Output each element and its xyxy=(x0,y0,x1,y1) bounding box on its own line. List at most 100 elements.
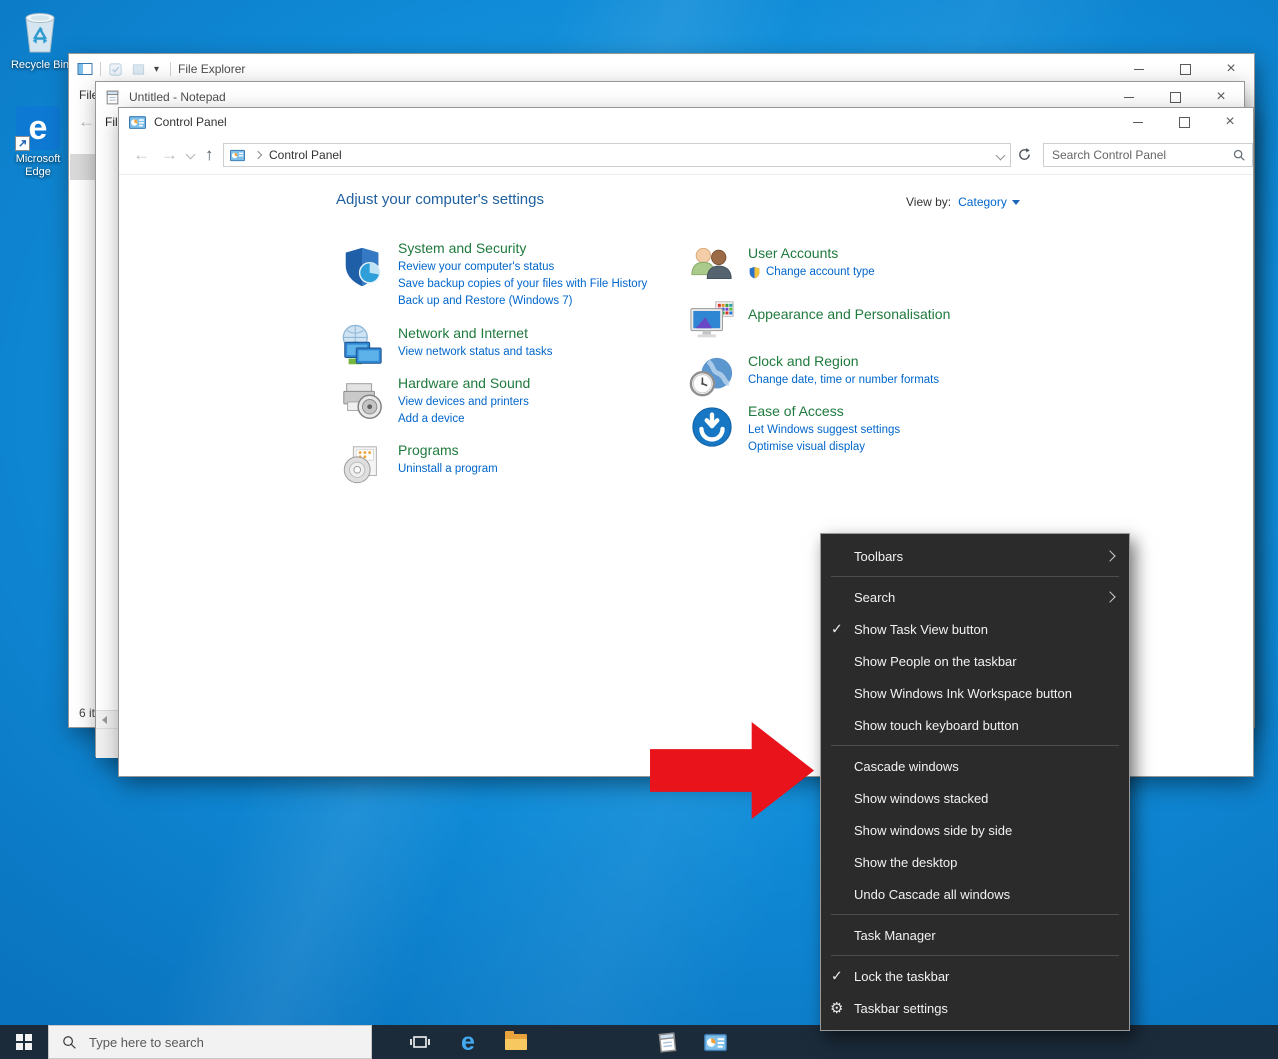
desktop-icon-recycle-bin[interactable]: Recycle Bin xyxy=(6,4,74,72)
menu-item-lock-the-taskbar[interactable]: ✓ Lock the taskbar xyxy=(821,960,1129,992)
address-bar[interactable]: Control Panel xyxy=(223,143,1011,167)
desktop-icon-microsoft-edge[interactable]: e Microsoft Edge xyxy=(4,106,72,179)
menu-separator xyxy=(831,576,1119,577)
category-title[interactable]: System and Security xyxy=(398,240,728,256)
user-accounts-icon[interactable] xyxy=(689,244,735,290)
view-by-control: View by: Category xyxy=(906,195,1020,209)
address-control-panel-icon xyxy=(230,148,245,163)
maximize-button[interactable] xyxy=(1161,108,1207,136)
menu-item-show-windows-stacked[interactable]: Show windows stacked xyxy=(821,782,1129,814)
menu-item-task-manager[interactable]: Task Manager xyxy=(821,919,1129,951)
file-explorer-window-icon xyxy=(77,61,93,77)
hardware-sound-icon[interactable] xyxy=(339,377,385,423)
maximize-button[interactable] xyxy=(1162,54,1208,84)
category-user-accounts: User Accounts Change account type xyxy=(748,245,1078,281)
control-panel-search-box[interactable] xyxy=(1043,143,1253,167)
notepad-icon xyxy=(656,1031,679,1054)
menu-item-toolbars[interactable]: Toolbars xyxy=(821,540,1129,572)
task-link-with-shield[interactable]: Change account type xyxy=(748,264,1078,281)
category-title[interactable]: Ease of Access xyxy=(748,403,1078,419)
taskbar-search-input[interactable] xyxy=(87,1034,331,1051)
gear-icon: ⚙ xyxy=(830,999,843,1017)
task-link[interactable]: Save backup copies of your files with Fi… xyxy=(398,276,728,293)
minimize-button[interactable] xyxy=(1115,108,1161,136)
task-link[interactable]: Let Windows suggest settings xyxy=(748,422,1078,439)
menu-item-undo-cascade[interactable]: Undo Cascade all windows xyxy=(821,878,1129,910)
task-link[interactable]: Add a device xyxy=(398,411,728,428)
address-dropdown-caret-icon[interactable] xyxy=(996,150,1006,160)
category-title[interactable]: Network and Internet xyxy=(398,325,728,341)
qat-new-folder-icon[interactable] xyxy=(131,62,146,77)
recycle-bin-label: Recycle Bin xyxy=(11,59,69,72)
control-panel-search-input[interactable] xyxy=(1050,147,1232,163)
menu-item-show-touch-keyboard[interactable]: Show touch keyboard button xyxy=(821,709,1129,741)
close-button[interactable]: × xyxy=(1207,108,1253,136)
menu-item-show-task-view-button[interactable]: ✓ Show Task View button xyxy=(821,613,1129,645)
category-title[interactable]: User Accounts xyxy=(748,245,1078,261)
file-explorer-back-icon[interactable]: ← xyxy=(78,113,95,130)
menu-item-show-ink-workspace[interactable]: Show Windows Ink Workspace button xyxy=(821,677,1129,709)
task-link[interactable]: View network status and tasks xyxy=(398,344,728,361)
nav-back-icon[interactable]: ← xyxy=(133,146,150,163)
control-panel-navbar: ← → ↑ Control Panel xyxy=(119,136,1253,175)
qat-separator xyxy=(170,62,171,76)
qat-separator xyxy=(100,62,101,76)
category-appearance-personalisation: Appearance and Personalisation xyxy=(748,306,1078,325)
category-hardware-and-sound: Hardware and Sound View devices and prin… xyxy=(398,375,728,428)
task-link[interactable]: View devices and printers xyxy=(398,394,728,411)
taskbar-file-explorer-button[interactable] xyxy=(494,1025,538,1059)
nav-forward-icon[interactable]: → xyxy=(161,146,178,163)
task-link[interactable]: Change date, time or number formats xyxy=(748,372,1078,389)
breadcrumb[interactable]: Control Panel xyxy=(269,148,342,162)
category-programs: Programs Uninstall a program xyxy=(398,442,728,478)
taskbar-search-box[interactable] xyxy=(48,1025,372,1059)
uac-shield-icon xyxy=(748,266,761,279)
search-icon xyxy=(62,1035,77,1050)
task-link[interactable]: Optimise visual display xyxy=(748,439,1078,456)
qat-properties-icon[interactable] xyxy=(108,62,123,77)
control-panel-window-icon xyxy=(129,114,146,131)
task-link[interactable]: Review your computer's status xyxy=(398,259,728,276)
programs-icon[interactable] xyxy=(339,442,385,488)
scrollbar-left-arrow-icon[interactable] xyxy=(96,711,113,728)
clock-region-icon[interactable] xyxy=(689,354,735,400)
start-button[interactable] xyxy=(0,1025,48,1059)
menu-item-show-windows-side-by-side[interactable]: Show windows side by side xyxy=(821,814,1129,846)
network-internet-icon[interactable] xyxy=(339,324,385,370)
taskbar-control-panel-button[interactable] xyxy=(695,1025,735,1059)
view-by-dropdown[interactable]: Category xyxy=(958,195,1020,209)
minimize-button[interactable] xyxy=(1116,54,1162,84)
menu-item-cascade-windows[interactable]: Cascade windows xyxy=(821,750,1129,782)
edge-icon: e xyxy=(16,106,60,150)
category-title[interactable]: Programs xyxy=(398,442,728,458)
system-security-icon[interactable] xyxy=(339,244,385,290)
folder-icon xyxy=(505,1034,527,1050)
close-button[interactable]: × xyxy=(1208,54,1254,84)
nav-history-caret-icon[interactable] xyxy=(186,150,196,160)
category-title[interactable]: Hardware and Sound xyxy=(398,375,728,391)
task-link[interactable]: Back up and Restore (Windows 7) xyxy=(398,293,728,310)
menu-item-search[interactable]: Search xyxy=(821,581,1129,613)
file-explorer-titlebar[interactable]: ▾ File Explorer × xyxy=(69,54,1254,84)
appearance-personalisation-icon[interactable] xyxy=(689,299,735,345)
category-title[interactable]: Appearance and Personalisation xyxy=(748,306,1078,322)
nav-up-icon[interactable]: ↑ xyxy=(205,146,214,163)
qat-customize-caret-icon[interactable]: ▾ xyxy=(154,64,159,75)
search-icon[interactable] xyxy=(1232,148,1246,162)
check-icon: ✓ xyxy=(831,968,843,985)
taskbar-notepad-button[interactable] xyxy=(647,1025,687,1059)
menu-item-show-the-desktop[interactable]: Show the desktop xyxy=(821,846,1129,878)
menu-item-taskbar-settings[interactable]: ⚙ Taskbar settings xyxy=(821,992,1129,1024)
task-view-button[interactable] xyxy=(398,1025,442,1059)
edge-letter-glyph: e xyxy=(29,106,48,150)
taskbar-edge-button[interactable]: e xyxy=(446,1025,490,1059)
page-title: Adjust your computer's settings xyxy=(336,191,544,208)
task-link[interactable]: Uninstall a program xyxy=(398,461,728,478)
category-title[interactable]: Clock and Region xyxy=(748,353,1078,369)
ease-of-access-icon[interactable] xyxy=(689,404,735,450)
menu-item-show-people[interactable]: Show People on the taskbar xyxy=(821,645,1129,677)
refresh-icon[interactable] xyxy=(1017,147,1032,167)
submenu-arrow-icon xyxy=(1104,591,1115,602)
control-panel-titlebar[interactable]: Control Panel × xyxy=(119,108,1253,136)
category-clock-and-region: Clock and Region Change date, time or nu… xyxy=(748,353,1078,389)
